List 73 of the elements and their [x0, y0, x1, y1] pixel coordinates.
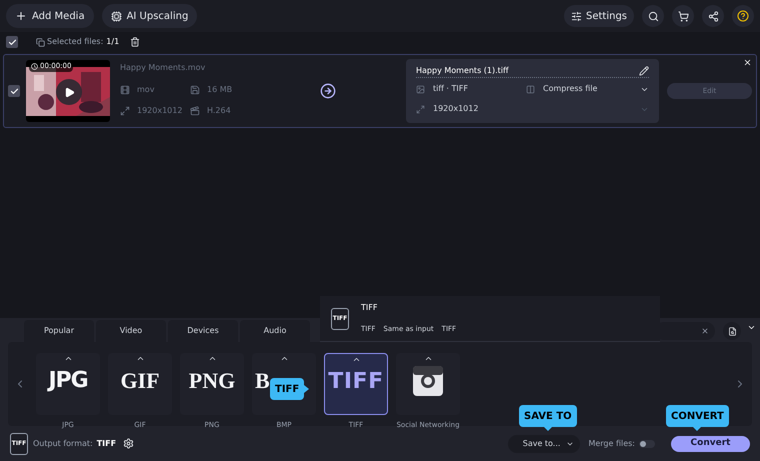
chevron-up-icon	[352, 355, 360, 364]
cart-button[interactable]	[672, 5, 694, 27]
edit-name-icon[interactable]	[639, 66, 649, 76]
chip-icon	[110, 10, 122, 22]
format-tile[interactable]: TIFF	[324, 353, 388, 415]
chevron-up-icon	[424, 354, 432, 363]
selected-files-count: 1/1	[106, 36, 120, 48]
callout: SAVE TO	[519, 405, 577, 431]
image-icon	[416, 84, 425, 94]
film-icon	[120, 85, 130, 95]
compress-icon	[526, 84, 535, 94]
output-file-name: Happy Moments (1).tiff	[416, 64, 510, 76]
convert-button[interactable]: Convert	[671, 436, 750, 452]
output-format-value: TIFF	[96, 438, 116, 450]
chevron-up-icon	[280, 354, 288, 363]
play-icon	[64, 86, 74, 98]
clear-icon[interactable]	[701, 327, 709, 335]
callout: TIFF	[270, 378, 310, 400]
copy-icon	[36, 38, 45, 46]
source-format: mov	[137, 84, 154, 96]
camera-icon	[412, 365, 444, 397]
format-tab[interactable]: Audio	[240, 320, 310, 342]
chevron-up-icon	[136, 354, 144, 363]
format-tile[interactable]: JPG	[36, 353, 100, 415]
help-button[interactable]	[732, 5, 754, 27]
file-search-icon	[728, 326, 736, 336]
save-to-dropdown[interactable]: Save to...	[508, 434, 580, 452]
share-icon	[708, 10, 718, 22]
merge-files-label: Merge files:	[588, 438, 635, 450]
chevron-up-icon	[208, 354, 216, 363]
cart-icon	[678, 10, 688, 22]
add-media-button[interactable]: Add Media	[6, 4, 94, 28]
format-tab[interactable]: Popular	[24, 320, 94, 342]
popup-title: TIFF	[361, 302, 378, 314]
plus-icon	[15, 10, 27, 22]
resize-icon	[416, 104, 425, 114]
format-tile[interactable]: GIF	[108, 353, 172, 415]
checkbox[interactable]	[8, 85, 20, 97]
format-tab[interactable]: Devices	[168, 320, 238, 342]
output-format-label: Output format:	[33, 438, 93, 450]
format-tile[interactable]	[396, 353, 460, 415]
search-button[interactable]	[642, 5, 664, 27]
selected-files-label: Selected files:	[47, 36, 104, 48]
ai-upscaling-button[interactable]: AI Upscaling	[102, 4, 198, 28]
help-icon	[737, 10, 749, 22]
source-size: 16 MB	[207, 84, 232, 96]
settings-button[interactable]: Settings	[564, 5, 634, 27]
clock-icon	[31, 62, 38, 70]
close-icon[interactable]	[743, 58, 752, 67]
codec-icon	[190, 106, 200, 116]
sliders-icon	[570, 10, 582, 22]
chevron-up-icon	[64, 354, 72, 363]
callout: CONVERT	[666, 405, 729, 431]
format-tab[interactable]: Video	[96, 320, 166, 342]
floppy-icon	[190, 85, 200, 95]
gear-icon	[122, 438, 134, 449]
output-format: tiff · TIFF	[433, 83, 468, 95]
check-icon	[10, 86, 18, 96]
output-resolution: 1920x1012	[433, 103, 478, 115]
checkbox[interactable]	[6, 36, 18, 48]
resize-icon	[120, 106, 130, 116]
compress-dropdown[interactable]: Compress file	[526, 83, 649, 95]
merge-toggle[interactable]	[639, 440, 655, 448]
preview-button[interactable]	[723, 322, 741, 340]
source-file-name: Happy Moments.mov	[120, 62, 206, 74]
source-codec: H.264	[207, 105, 231, 117]
check-icon	[8, 38, 16, 46]
format-tile[interactable]: PNG	[180, 353, 244, 415]
trash-icon	[130, 37, 140, 47]
collapse-icon[interactable]	[747, 323, 756, 332]
source-resolution: 1920x1012	[137, 105, 182, 117]
share-button[interactable]	[702, 5, 724, 27]
search-icon	[648, 10, 658, 22]
